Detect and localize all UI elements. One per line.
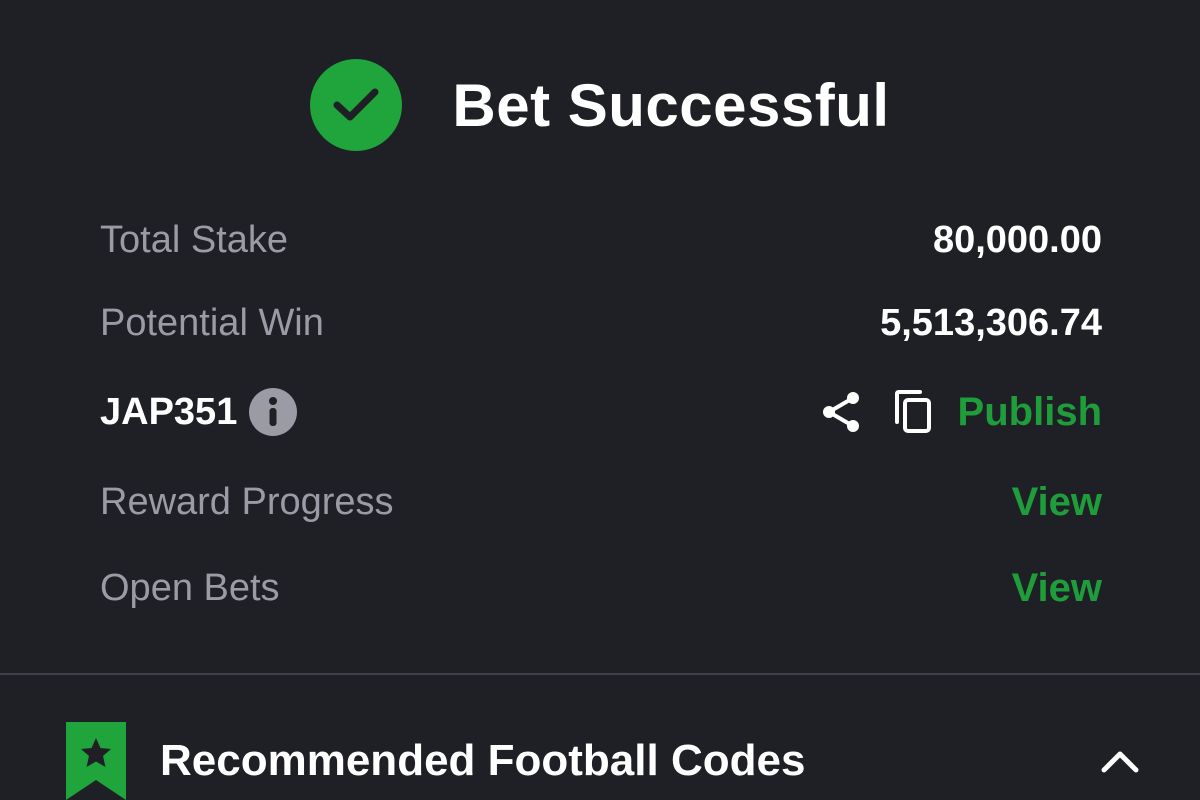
check-circle-icon [310, 59, 403, 151]
potential-win-label: Potential Win [100, 301, 324, 344]
share-icon[interactable] [818, 389, 864, 435]
booking-code-row: JAP351 Publish [100, 382, 1102, 442]
page-title: Bet Successful [452, 71, 890, 139]
info-icon[interactable] [249, 388, 298, 436]
reward-progress-view-link[interactable]: View [1012, 480, 1102, 525]
booking-code-group: JAP351 [100, 388, 298, 436]
total-stake-value: 80,000.00 [932, 218, 1102, 261]
potential-win-value: 5,513,306.74 [880, 301, 1102, 344]
bet-success-header: Bet Successful [0, 55, 1200, 155]
recommended-codes-title: Recommended Football Codes [160, 736, 806, 785]
copy-icon[interactable] [892, 389, 934, 435]
booking-actions: Publish [818, 389, 1102, 435]
booking-code[interactable]: JAP351 [100, 391, 237, 434]
reward-progress-row: Reward Progress View [100, 472, 1102, 532]
publish-button[interactable]: Publish [958, 390, 1102, 435]
potential-win-row: Potential Win 5,513,306.74 [100, 293, 1102, 353]
total-stake-label: Total Stake [100, 218, 288, 261]
open-bets-label: Open Bets [100, 566, 280, 609]
recommended-codes-header[interactable]: Recommended Football Codes [66, 722, 1140, 800]
chevron-up-icon[interactable] [1100, 748, 1140, 774]
bet-confirmation-screen: Bet Successful Total Stake 80,000.00 Pot… [0, 0, 1200, 800]
star-bookmark-icon [66, 722, 126, 800]
open-bets-row: Open Bets View [100, 558, 1102, 618]
reward-progress-label: Reward Progress [100, 480, 394, 523]
open-bets-view-link[interactable]: View [1012, 566, 1102, 611]
section-divider [0, 673, 1200, 675]
total-stake-row: Total Stake 80,000.00 [100, 210, 1102, 270]
recommended-codes-title-group: Recommended Football Codes [66, 722, 805, 800]
